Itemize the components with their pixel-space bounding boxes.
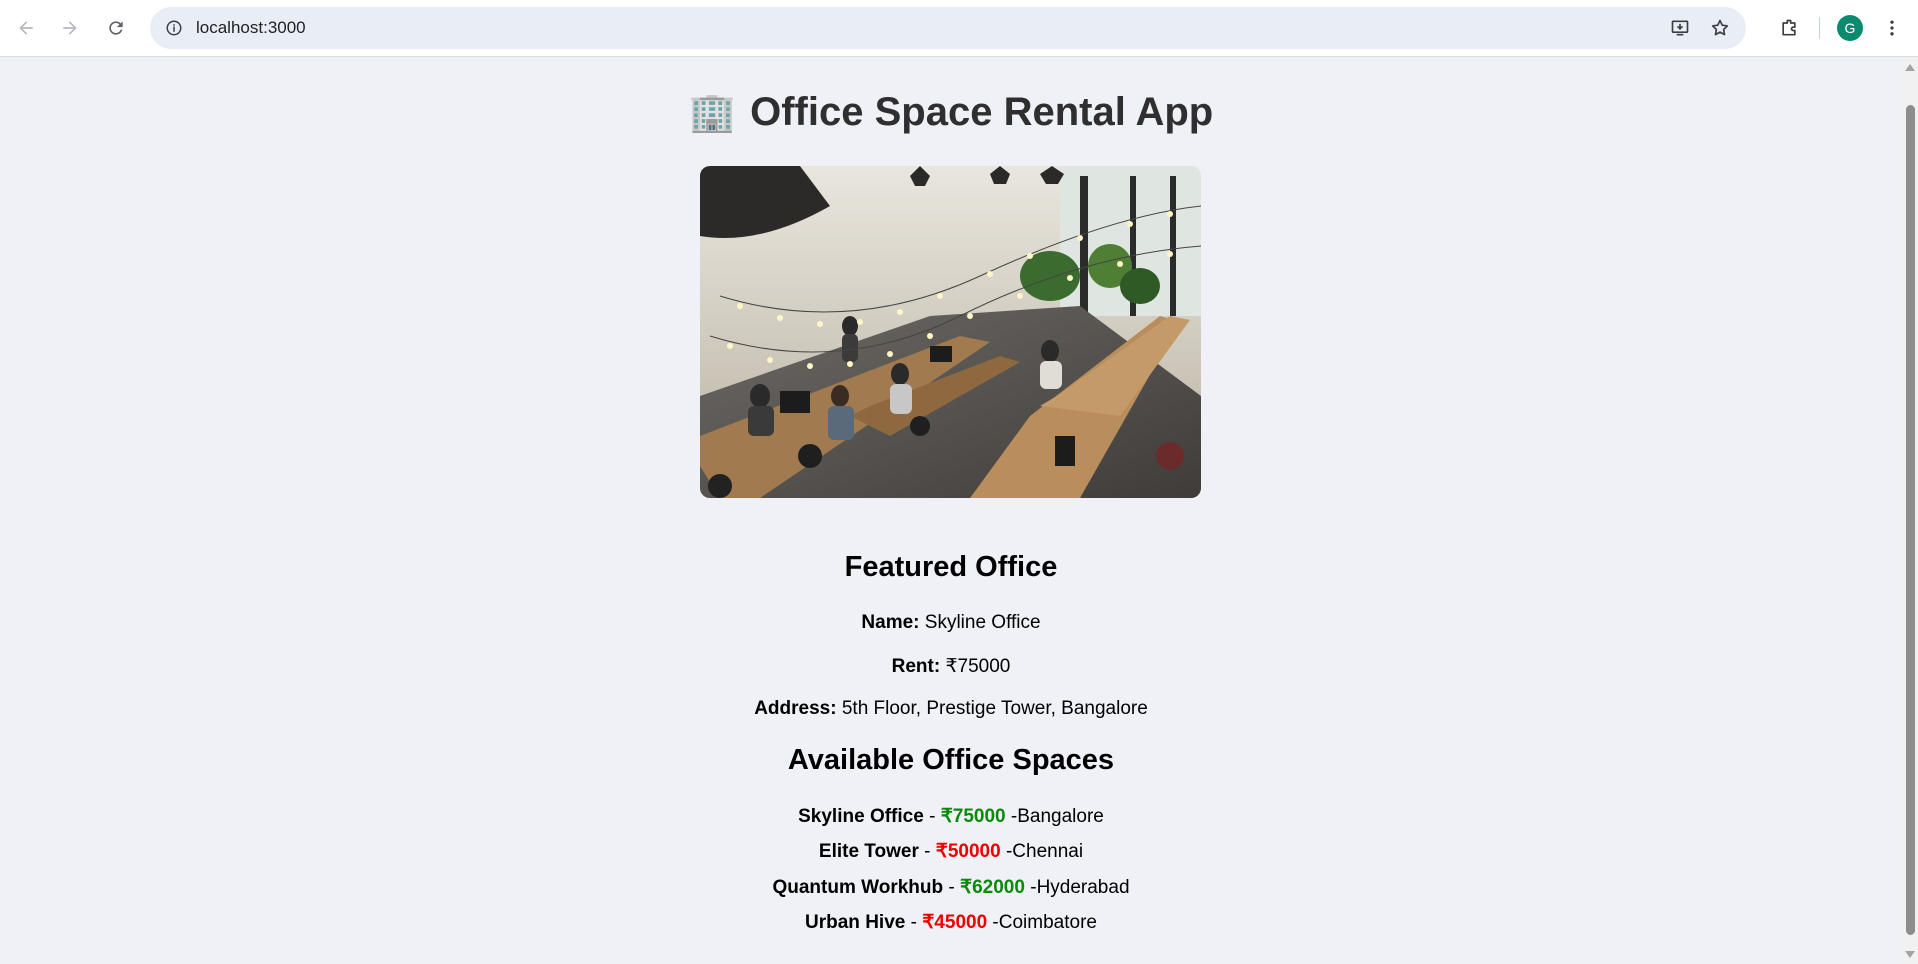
address-bar[interactable]: localhost:3000 <box>150 7 1746 49</box>
page-content: 🏢 Office Space Rental App Featured Offic… <box>0 57 1902 964</box>
featured-rent-value: ₹75000 <box>945 656 1011 677</box>
office-building-icon: 🏢 <box>688 92 737 134</box>
featured-name-value: Skyline Office <box>924 612 1041 633</box>
extensions-icon[interactable] <box>1771 10 1807 46</box>
featured-address: Address: 5th Floor, Prestige Tower, Bang… <box>0 698 1902 720</box>
list-item: Elite Tower - ₹50000 -Chennai <box>818 841 1084 862</box>
featured-name: Name: Skyline Office <box>0 612 1902 634</box>
vertical-scrollbar[interactable] <box>1902 57 1918 964</box>
url-text[interactable]: localhost:3000 <box>196 18 306 38</box>
office-name: Elite Tower <box>818 841 919 862</box>
featured-name-label: Name: <box>861 612 920 633</box>
list-item: Quantum Workhub - ₹62000 -Hyderabad <box>772 877 1130 898</box>
scroll-up-arrow-icon[interactable] <box>1905 64 1915 71</box>
reload-icon[interactable] <box>98 10 134 46</box>
page-title: 🏢 Office Space Rental App <box>0 90 1902 135</box>
available-heading: Available Office Spaces <box>787 744 1115 776</box>
install-app-icon[interactable] <box>1662 10 1698 46</box>
office-city: Coimbatore <box>998 912 1097 933</box>
office-name: Skyline Office <box>798 806 924 827</box>
office-city: Chennai <box>1012 841 1084 862</box>
office-city: Hyderabad <box>1036 877 1130 898</box>
office-city: Bangalore <box>1017 806 1104 827</box>
featured-address-label: Address: <box>754 698 837 719</box>
site-info-icon[interactable] <box>162 16 186 40</box>
office-price: ₹75000 <box>940 806 1006 827</box>
browser-toolbar: localhost:3000 G <box>0 0 1918 57</box>
office-name: Urban Hive <box>805 912 906 933</box>
featured-rent-label: Rent: <box>891 656 941 677</box>
page-title-text: Office Space Rental App <box>750 90 1214 134</box>
list-item: Skyline Office - ₹75000 -Bangalore <box>798 806 1104 827</box>
featured-heading: Featured Office <box>844 551 1058 583</box>
avatar: G <box>1837 15 1863 41</box>
list-item: Urban Hive - ₹45000 -Coimbatore <box>805 912 1097 933</box>
back-icon[interactable] <box>8 10 44 46</box>
office-price: ₹50000 <box>935 841 1001 862</box>
forward-icon[interactable] <box>52 10 88 46</box>
office-price: ₹45000 <box>922 912 988 933</box>
menu-kebab-icon[interactable] <box>1874 10 1910 46</box>
featured-address-value: 5th Floor, Prestige Tower, Bangalore <box>841 698 1148 719</box>
scrollbar-thumb[interactable] <box>1906 105 1915 935</box>
office-price: ₹62000 <box>960 877 1025 898</box>
toolbar-divider <box>1819 17 1820 39</box>
office-name: Quantum Workhub <box>772 877 944 898</box>
scroll-down-arrow-icon[interactable] <box>1905 951 1915 958</box>
profile-button[interactable]: G <box>1832 10 1868 46</box>
featured-rent: Rent: ₹75000 <box>0 655 1902 678</box>
bookmark-star-icon[interactable] <box>1702 10 1738 46</box>
office-photo <box>700 166 1201 498</box>
